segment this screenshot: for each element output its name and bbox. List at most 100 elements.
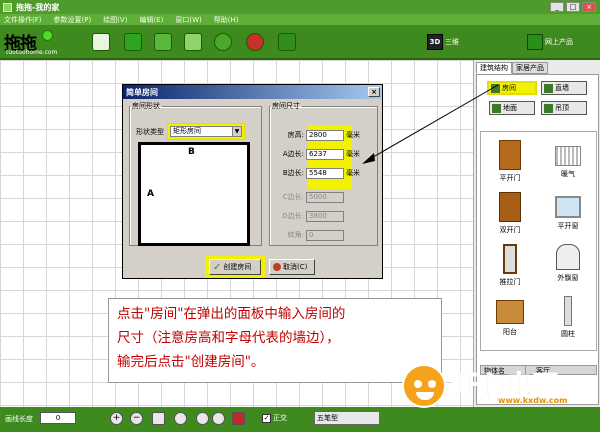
radiator-icon	[555, 146, 581, 166]
refresh-icon[interactable]	[214, 33, 232, 51]
menu-help[interactable]: 帮助(H)	[214, 15, 239, 25]
simple-room-dialog: 简单房间 × 房间形状 形状类型 矩形房间 ▼ B A 房间尺寸 房高: 280…	[122, 84, 383, 279]
ortho-label: 正交	[273, 414, 287, 422]
record-icon[interactable]	[246, 33, 264, 51]
right-panel: 建筑结构 家居产品 房间 直墙 地面 吊顶 平开门 暖气 双开门 平开窗 推拉门…	[473, 60, 600, 407]
shape-type-label: 形状类型	[136, 127, 164, 136]
menu-params[interactable]: 参数设置(P)	[54, 15, 92, 25]
field-label: 转角:	[287, 231, 304, 239]
ortho-toggle[interactable]: ✓ 正交	[262, 413, 287, 423]
double-door-icon	[499, 192, 521, 222]
shape-type-highlight: 矩形房间 ▼	[167, 123, 245, 140]
single-door-icon	[499, 140, 521, 170]
item-label: 推拉门	[499, 278, 521, 286]
new-icon[interactable]	[92, 33, 110, 51]
fit-view-icon[interactable]	[152, 412, 165, 425]
3d-view-label: 三维	[445, 38, 459, 46]
3d-icon: 3D	[427, 34, 443, 50]
online-products-button[interactable]: 网上产品	[527, 33, 573, 51]
side-b-row: B边长: 5548 毫米	[276, 167, 360, 179]
angle-select: 0	[306, 229, 344, 241]
menu-draw[interactable]: 绘图(V)	[103, 15, 127, 25]
move-icon[interactable]	[212, 412, 225, 425]
side-c-row: C边长: 5000	[276, 191, 344, 203]
check-icon: ✓	[213, 261, 222, 273]
color-icon[interactable]	[232, 412, 245, 425]
rotate-icon[interactable]	[196, 412, 209, 425]
zoom-in-icon[interactable]: +	[110, 412, 123, 425]
menu-file[interactable]: 文件操作(F)	[4, 15, 42, 25]
field-unit: 毫米	[346, 150, 360, 158]
ime-toolbar[interactable]: 五笔型	[314, 411, 380, 425]
open-icon[interactable]	[124, 33, 142, 51]
category-ceiling-button[interactable]: 吊顶	[541, 101, 587, 115]
item-label: 圆柱	[561, 330, 575, 338]
menu-bar: 文件操作(F) 参数设置(P) 绘图(V) 编辑(E) 窗口(W) 帮助(H)	[0, 14, 600, 25]
column-icon	[564, 296, 572, 326]
item-column[interactable]: 圆柱	[539, 296, 597, 339]
item-bay-window[interactable]: 外飘窗	[539, 244, 597, 283]
ortho-checkbox[interactable]: ✓	[262, 413, 271, 423]
menu-window[interactable]: 窗口(W)	[175, 15, 201, 25]
ceiling-icon	[544, 103, 553, 113]
field-label: B边长:	[282, 169, 304, 177]
field-unit: 毫米	[346, 131, 360, 139]
category-floor-button[interactable]: 地面	[489, 101, 535, 115]
menu-edit[interactable]: 编辑(E)	[139, 15, 163, 25]
create-room-label: 创建房间	[223, 263, 252, 271]
logo: 拖拖 tuotuohome.com	[4, 28, 64, 58]
shape-type-select[interactable]: 矩形房间 ▼	[170, 126, 242, 137]
cancel-button[interactable]: 取消(C)	[269, 259, 315, 275]
3d-view-button[interactable]: 3D 三维	[427, 33, 459, 51]
room-height-row: 房高: 2800 毫米	[276, 129, 360, 141]
side-a-input[interactable]: 6237	[306, 148, 344, 160]
category-room-button[interactable]: 房间	[487, 81, 537, 95]
category-floor-label: 地面	[503, 104, 517, 112]
structure-panel: 房间 直墙 地面 吊顶 平开门 暖气 双开门 平开窗 推拉门 外飘窗 阳台 圆柱…	[476, 74, 599, 405]
room-size-group: 房间尺寸 房高: 2800 毫米 A边长: 6237 毫米 B边长: 5548 …	[269, 101, 378, 246]
save-icon[interactable]	[154, 33, 172, 51]
line-width-input[interactable]: 0	[40, 412, 76, 424]
tab-building-structure[interactable]: 建筑结构	[476, 62, 512, 74]
callout-line: 点击"房间"在弹出的面板中输入房间的	[117, 306, 346, 322]
dialog-close-icon[interactable]: ×	[368, 87, 380, 97]
online-products-label: 网上产品	[545, 38, 573, 46]
logo-ball-icon	[42, 30, 53, 41]
logo-url: tuotuohome.com	[6, 49, 58, 56]
maximize-button[interactable]: □	[566, 2, 580, 12]
pan-icon[interactable]	[174, 412, 187, 425]
item-double-door[interactable]: 双开门	[481, 192, 539, 235]
wall-icon	[544, 83, 553, 93]
item-label: 平开窗	[557, 222, 579, 230]
window-title: 拖拖-我的家	[16, 2, 60, 12]
app-icon	[3, 2, 12, 12]
undo-icon[interactable]	[184, 33, 202, 51]
side-b-input[interactable]: 5548	[306, 167, 344, 179]
chevron-down-icon[interactable]: ▼	[232, 127, 241, 136]
item-label: 阳台	[503, 328, 517, 336]
tab-home-products[interactable]: 家居产品	[512, 62, 548, 74]
create-room-button[interactable]: ✓ 创建房间	[209, 259, 261, 275]
room-height-input[interactable]: 2800	[306, 129, 344, 141]
item-single-door[interactable]: 平开门	[481, 140, 539, 183]
floor-icon	[492, 103, 501, 113]
item-balcony[interactable]: 阳台	[481, 296, 539, 337]
item-label: 双开门	[499, 226, 521, 234]
item-radiator[interactable]: 暖气	[539, 140, 597, 179]
item-casement-window[interactable]: 平开窗	[539, 192, 597, 231]
field-label: C边长:	[282, 193, 304, 201]
category-wall-button[interactable]: 直墙	[541, 81, 587, 95]
arrow-icon[interactable]	[278, 33, 296, 51]
close-button[interactable]: ×	[582, 2, 596, 12]
angle-row: 转角: 0	[276, 229, 344, 241]
item-sliding-door[interactable]: 推拉门	[481, 244, 539, 287]
main-toolbar: 拖拖 tuotuohome.com 3D 三维 网上产品	[0, 25, 600, 60]
side-c-input: 5000	[306, 191, 344, 203]
room-shape-group: 房间形状 形状类型 矩形房间 ▼ B A	[129, 101, 262, 246]
field-label: 房高:	[287, 131, 304, 139]
zoom-out-icon[interactable]: −	[130, 412, 143, 425]
minimize-button[interactable]: _	[550, 2, 564, 12]
products-icon	[527, 34, 543, 50]
callout-line: 输完后点击"创建房间"。	[117, 354, 265, 370]
side-a-row: A边长: 6237 毫米	[276, 148, 360, 160]
